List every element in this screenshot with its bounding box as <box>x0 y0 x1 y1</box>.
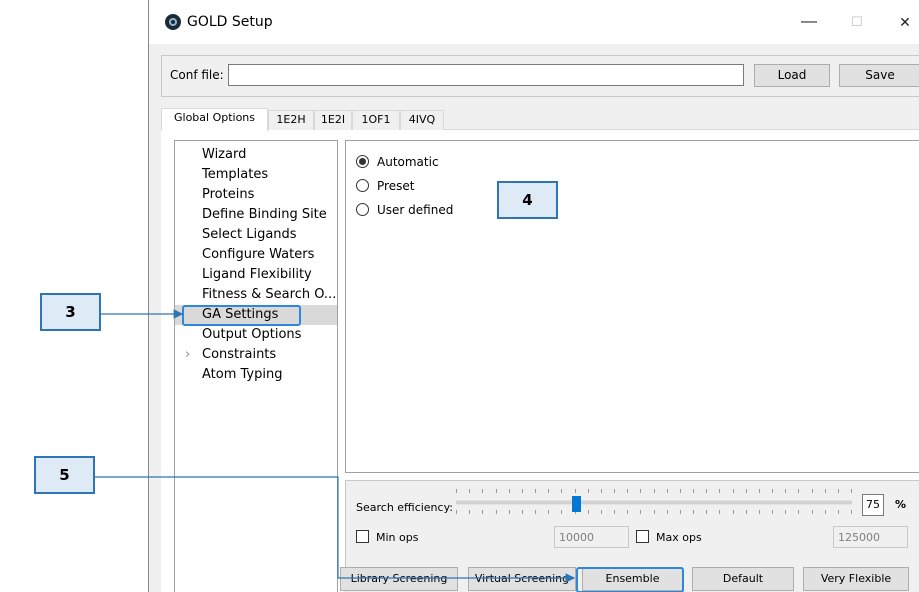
annotation-arrows <box>95 309 576 583</box>
arrow-to-ensemble <box>95 476 576 583</box>
tab-global-options[interactable]: Global Options <box>161 108 268 131</box>
